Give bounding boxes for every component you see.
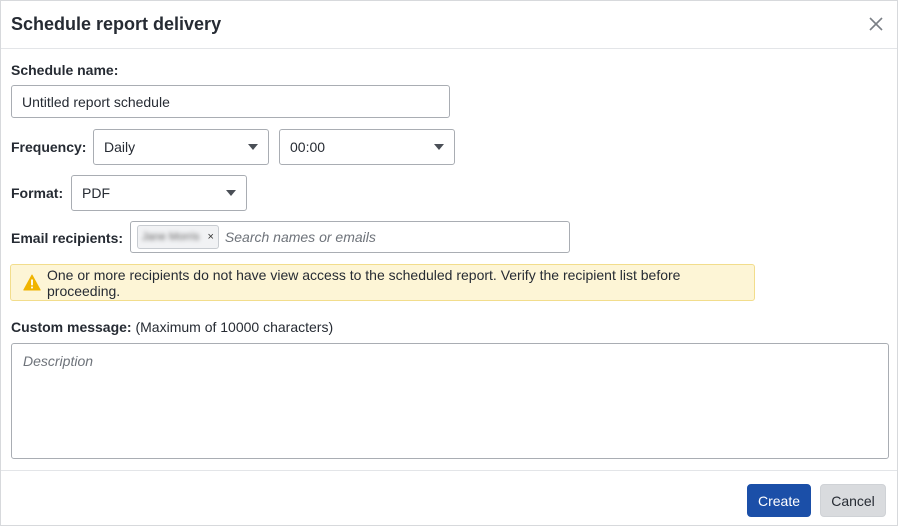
cancel-button[interactable]: Cancel xyxy=(820,484,886,517)
custom-message-hint: (Maximum of 10000 characters) xyxy=(135,319,334,335)
recipients-placeholder: Search names or emails xyxy=(224,229,376,245)
format-select[interactable]: PDF xyxy=(71,175,247,211)
warning-text: One or more recipients do not have view … xyxy=(47,266,681,299)
schedule-name-input[interactable]: Untitled report schedule xyxy=(11,85,450,118)
email-recipients-label: Email recipients: xyxy=(11,230,124,246)
format-selected-value: PDF xyxy=(82,185,110,201)
frequency-select[interactable]: Daily xyxy=(93,129,269,165)
warning-icon xyxy=(23,274,41,291)
schedule-name-value: Untitled report schedule xyxy=(22,93,170,110)
chevron-down-icon xyxy=(434,144,444,150)
frequency-label: Frequency: xyxy=(11,139,87,155)
chevron-down-icon xyxy=(248,144,258,150)
footer-divider xyxy=(1,470,897,471)
time-select[interactable]: 00:00 xyxy=(279,129,455,165)
schedule-report-dialog: Schedule report delivery Schedule name: … xyxy=(0,0,898,526)
custom-message-label: Custom message: (Maximum of 10000 charac… xyxy=(11,319,333,335)
recipient-chip: Jane Morris × xyxy=(137,225,219,249)
access-warning-banner: One or more recipients do not have view … xyxy=(10,264,755,301)
recipient-chip-name: Jane Morris xyxy=(142,231,200,243)
remove-recipient-icon[interactable]: × xyxy=(207,231,213,243)
time-selected-value: 00:00 xyxy=(290,139,326,155)
format-label: Format: xyxy=(11,185,64,201)
dialog-header: Schedule report delivery xyxy=(1,1,897,49)
close-icon[interactable] xyxy=(867,15,885,33)
schedule-name-label: Schedule name: xyxy=(11,62,119,78)
chevron-down-icon xyxy=(226,190,236,196)
custom-message-title: Custom message: xyxy=(11,319,132,335)
recipients-input[interactable]: Jane Morris × Search names or emails xyxy=(130,221,570,253)
create-button[interactable]: Create xyxy=(747,484,811,517)
dialog-title: Schedule report delivery xyxy=(11,14,222,34)
custom-message-placeholder: Description xyxy=(23,353,94,369)
custom-message-textarea[interactable]: Description xyxy=(11,343,889,459)
frequency-selected-value: Daily xyxy=(104,139,136,155)
